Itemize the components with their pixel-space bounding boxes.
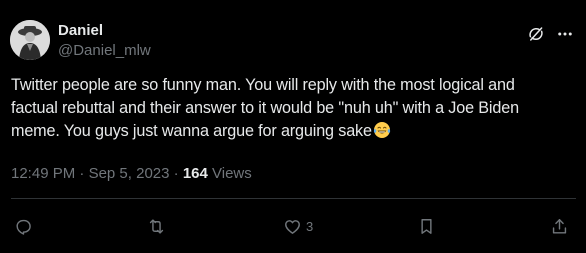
laughing-tears-emoji-icon xyxy=(373,122,390,138)
tweet-card: Daniel @Daniel_mlw Twitter people are so… xyxy=(0,0,586,253)
meta-separator: · xyxy=(75,165,89,182)
views-count: 164 xyxy=(182,165,208,182)
tweet-time[interactable]: 12:49 PM xyxy=(11,165,75,182)
bookmark-icon xyxy=(421,218,432,234)
like-button[interactable]: 3 xyxy=(283,214,313,238)
avatar[interactable] xyxy=(10,20,50,60)
more-icon xyxy=(558,32,572,36)
grok-icon xyxy=(529,27,543,41)
action-bar: 3 xyxy=(0,212,586,240)
reply-icon xyxy=(16,219,31,235)
tweet-text-line: factual rebuttal and their answer to it … xyxy=(11,99,519,117)
meta-separator: · xyxy=(169,165,183,182)
author-name[interactable]: Daniel xyxy=(58,22,103,40)
views-label: Views xyxy=(207,165,252,182)
avatar-image xyxy=(10,20,50,60)
tweet-date[interactable]: Sep 5, 2023 xyxy=(89,165,170,182)
share-icon xyxy=(552,218,567,234)
more-options-button[interactable] xyxy=(554,23,576,45)
grok-button[interactable] xyxy=(525,23,547,45)
divider xyxy=(11,198,576,199)
like-icon xyxy=(285,219,300,234)
tweet-meta: 12:49 PM · Sep 5, 2023 · 164 Views xyxy=(11,164,252,184)
share-button[interactable] xyxy=(550,214,569,238)
retweet-button[interactable] xyxy=(147,214,166,238)
retweet-icon xyxy=(149,218,164,234)
like-count: 3 xyxy=(306,218,314,234)
tweet-text-line: meme. You guys just wanna argue for argu… xyxy=(11,120,576,143)
reply-button[interactable] xyxy=(14,214,33,238)
tweet-text: Twitter people are so funny man. You wil… xyxy=(11,74,576,143)
bookmark-button[interactable] xyxy=(417,214,436,238)
author-handle[interactable]: @Daniel_mlw xyxy=(58,42,151,60)
tweet-text-line: Twitter people are so funny man. You wil… xyxy=(11,76,515,94)
tweet-text-line-content: meme. You guys just wanna argue for argu… xyxy=(11,122,372,140)
